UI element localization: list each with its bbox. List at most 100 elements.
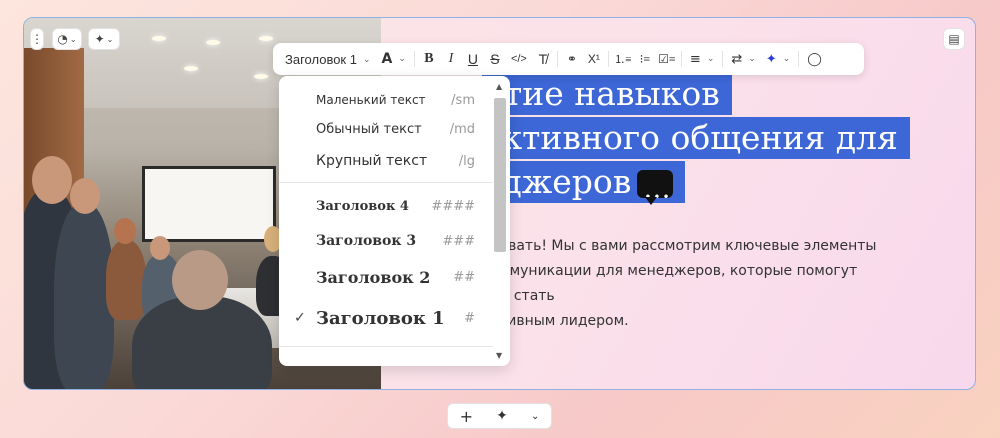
- menu-item-heading-1[interactable]: ✓ Заголовок 1 #: [279, 304, 493, 332]
- strikethrough-button[interactable]: S: [484, 45, 506, 73]
- clear-format-icon: T̸: [538, 51, 548, 67]
- chevron-down-icon: ⌄: [531, 410, 540, 422]
- chevron-down-icon: ⌄: [69, 34, 77, 44]
- text-color-icon: A: [381, 51, 393, 67]
- person-head: [32, 156, 72, 204]
- chevron-down-icon: ⌄: [106, 34, 114, 44]
- palette-icon: ◔: [57, 32, 68, 46]
- checkmark-icon: ✓: [294, 310, 306, 326]
- superscript-button[interactable]: X¹: [583, 45, 605, 73]
- menu-item-label: Заголовок 3: [316, 233, 417, 249]
- text-color-button[interactable]: A ⌄: [377, 45, 411, 73]
- text-style-menu: Маленький текст /sm Обычный текст /md Кр…: [279, 76, 510, 366]
- menu-item-label: Крупный текст: [316, 153, 428, 169]
- presentation-screen: [142, 166, 276, 242]
- link-button[interactable]: ⚭: [561, 45, 583, 73]
- menu-item-shortcut: /lg: [458, 153, 475, 169]
- align-button[interactable]: ≡ ⌄: [685, 45, 719, 73]
- divider: [556, 51, 558, 67]
- bold-icon: B: [424, 51, 434, 66]
- person-head: [114, 218, 136, 244]
- add-slide-button[interactable]: +: [460, 407, 473, 426]
- divider: [798, 51, 800, 67]
- strikethrough-icon: S: [490, 51, 500, 67]
- body-line: аловать! Мы с вами рассмотрим ключевые э…: [482, 238, 877, 254]
- notes-icon: ▤: [948, 32, 960, 46]
- chevron-down-icon: ⌄: [748, 54, 756, 64]
- person-head: [70, 178, 100, 214]
- menu-item-shortcut: /md: [449, 121, 475, 137]
- divider: [680, 51, 682, 67]
- ceiling-light: [184, 66, 198, 71]
- title-line[interactable]: еджеров: [482, 161, 686, 218]
- person: [54, 203, 114, 389]
- slide-body-text[interactable]: аловать! Мы с вами рассмотрим ключевые э…: [482, 234, 882, 334]
- sparkle-icon: ✦: [765, 51, 777, 67]
- title-line[interactable]: ективного общения для: [482, 117, 910, 159]
- formatting-toolbar: Заголовок 1 ⌄ A ⌄ B I U S </> T̸ ⚭ X¹ ⒈≡…: [273, 43, 864, 75]
- menu-item-shortcut: ##: [453, 269, 475, 285]
- convert-button[interactable]: ⇄ ⌄: [726, 45, 760, 73]
- ai-button[interactable]: ✦ ⌄: [88, 28, 120, 50]
- scroll-up-icon[interactable]: ▲: [496, 82, 502, 91]
- chevron-down-icon: ⌄: [398, 54, 406, 64]
- menu-item-normal-text[interactable]: Обычный текст /md: [279, 119, 493, 139]
- slide-menu-button[interactable]: ⋮: [30, 28, 44, 50]
- checklist-icon: ☑≡: [658, 51, 676, 66]
- slide-title[interactable]: итие навыков ективного общения для еджер…: [482, 73, 910, 218]
- body-line: коммуникации для менеджеров, которые пом…: [482, 263, 858, 304]
- scroll-thumb[interactable]: [494, 98, 506, 252]
- person: [132, 296, 272, 389]
- menu-item-heading-2[interactable]: Заголовок 2 ##: [279, 264, 493, 290]
- underline-icon: U: [467, 51, 478, 67]
- italic-icon: I: [448, 51, 454, 66]
- convert-icon: ⇄: [731, 51, 743, 67]
- italic-button[interactable]: I: [440, 45, 462, 73]
- text-style-dropdown[interactable]: Заголовок 1 ⌄: [281, 45, 377, 73]
- chevron-down-icon: ⌄: [782, 54, 791, 64]
- menu-item-label: Заголовок 2: [316, 267, 431, 287]
- kebab-vertical-icon: ⋮: [31, 32, 43, 46]
- link-icon: ⚭: [566, 51, 577, 66]
- menu-item-shortcut: #: [464, 310, 475, 326]
- slide-add-bar: + ✦ ⌄: [447, 403, 552, 429]
- title-line[interactable]: итие навыков: [482, 73, 732, 115]
- bold-button[interactable]: B: [418, 45, 440, 73]
- more-options-button[interactable]: ⌄: [531, 411, 539, 422]
- chevron-down-icon: ⌄: [362, 53, 371, 64]
- comment-button[interactable]: ◯: [802, 45, 827, 73]
- menu-item-heading-3[interactable]: Заголовок 3 ###: [279, 229, 493, 253]
- chevron-down-icon: ⌄: [706, 54, 715, 64]
- code-button[interactable]: </>: [506, 45, 532, 73]
- checklist-button[interactable]: ☑≡: [656, 45, 678, 73]
- ceiling-light: [206, 40, 220, 45]
- menu-item-small-text[interactable]: Маленький текст /sm: [279, 90, 493, 110]
- menu-item-heading-4[interactable]: Заголовок 4 ####: [279, 195, 493, 217]
- menu-scrollbar[interactable]: ▲ ▼: [494, 82, 506, 360]
- scroll-down-icon[interactable]: ▼: [496, 351, 502, 360]
- numbered-list-button[interactable]: ⒈≡: [612, 45, 634, 73]
- theme-button[interactable]: ◔ ⌄: [52, 28, 82, 50]
- menu-item-shortcut: ###: [442, 233, 475, 249]
- bullet-list-icon: ⁝≡: [639, 51, 651, 66]
- person-head: [172, 250, 228, 310]
- clear-format-button[interactable]: T̸: [532, 45, 554, 73]
- menu-item-large-text[interactable]: Крупный текст /lg: [279, 150, 493, 172]
- menu-item-label: Заголовок 1: [316, 307, 445, 329]
- notes-button[interactable]: ▤: [943, 28, 965, 50]
- menu-item-shortcut: /sm: [451, 92, 475, 108]
- underline-button[interactable]: U: [462, 45, 484, 73]
- ai-assist-button[interactable]: ✦ ⌄: [761, 45, 795, 73]
- menu-item-label: Обычный текст: [316, 121, 422, 137]
- sparkle-icon: ✦: [94, 32, 105, 46]
- ceiling-light: [259, 36, 273, 41]
- superscript-icon: X¹: [587, 52, 600, 66]
- menu-item-label: Заголовок 4: [316, 198, 409, 214]
- bullet-list-button[interactable]: ⁝≡: [634, 45, 656, 73]
- sparkle-icon: ✦: [496, 408, 508, 424]
- person: [106, 240, 146, 320]
- ai-generate-button[interactable]: ✦: [496, 408, 508, 424]
- ceiling-light: [152, 36, 166, 41]
- menu-item-shortcut: ####: [431, 198, 475, 214]
- speech-bubble-icon: [637, 170, 674, 218]
